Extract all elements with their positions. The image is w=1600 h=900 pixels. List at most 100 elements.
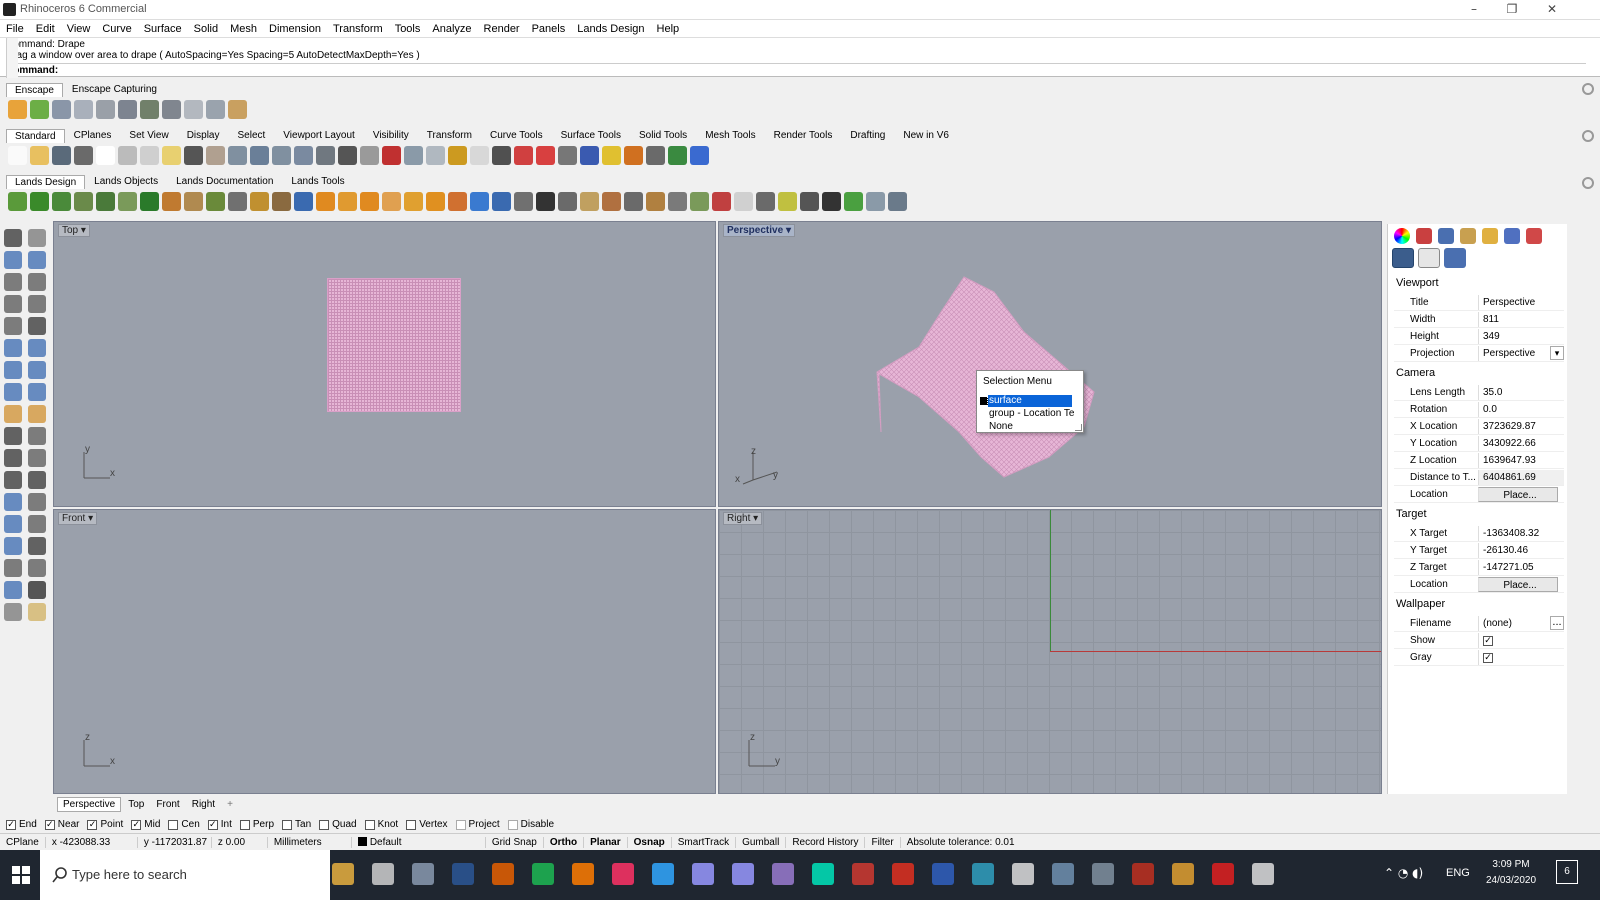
lands-tool-icon[interactable] [162, 191, 181, 211]
standard-tool-icon[interactable] [96, 145, 115, 165]
tab-front[interactable]: Front [151, 798, 184, 811]
lands-tool-icon[interactable] [514, 191, 533, 211]
camera-icon[interactable] [1392, 248, 1414, 268]
enscape-start-icon[interactable] [8, 99, 27, 119]
lands-tool-icon[interactable] [580, 191, 599, 211]
left-tool-icon[interactable] [28, 537, 46, 555]
osnap-checkbox[interactable] [507, 819, 518, 830]
osnap-checkbox[interactable]: ✓ [131, 819, 142, 830]
menu-transform[interactable]: Transform [333, 23, 383, 35]
left-tool-icon[interactable] [28, 493, 46, 511]
windows-start-icon[interactable] [12, 866, 30, 884]
audition-icon[interactable] [812, 863, 834, 885]
left-tool-icon[interactable] [28, 581, 46, 599]
place-camera-button[interactable]: Place... [1478, 486, 1558, 502]
character-animator-icon[interactable] [772, 863, 794, 885]
left-tool-icon[interactable] [28, 515, 46, 533]
acrobat-icon[interactable] [892, 863, 914, 885]
standard-tool-icon[interactable] [426, 145, 445, 165]
lands-tool-icon[interactable] [74, 191, 93, 211]
menu-solid[interactable]: Solid [194, 23, 218, 35]
lands-tool-icon[interactable] [866, 191, 885, 211]
tab-enscape-capturing[interactable]: Enscape Capturing [63, 82, 166, 97]
lands-tool-icon[interactable] [382, 191, 401, 211]
left-tool-icon[interactable] [4, 515, 22, 533]
enscape-screenshot-icon[interactable] [96, 99, 115, 119]
menu-render[interactable]: Render [484, 23, 520, 35]
lands-tool-icon[interactable] [250, 191, 269, 211]
app-icon[interactable] [1132, 863, 1154, 885]
standard-tool-icon[interactable] [690, 145, 709, 165]
filter-toggle[interactable]: Filter [865, 836, 901, 848]
minimize-button[interactable]: – [1454, 0, 1494, 20]
osnap-disable[interactable]: Disable [507, 819, 554, 830]
tab-top[interactable]: Top [123, 798, 149, 811]
file-explorer-icon[interactable] [332, 863, 354, 885]
lands-tool-icon[interactable] [272, 191, 291, 211]
osnap-near[interactable]: ✓ Near [44, 819, 79, 830]
gumball-toggle[interactable]: Gumball [736, 836, 787, 848]
osnap-checkbox[interactable] [406, 819, 417, 830]
premiere-icon[interactable] [692, 863, 714, 885]
osnap-project[interactable]: Project [455, 819, 500, 830]
osnap-knot[interactable]: Knot [364, 819, 398, 830]
standard-tool-icon[interactable] [250, 145, 269, 165]
left-tool-icon[interactable] [28, 361, 46, 379]
standard-tool-icon[interactable] [338, 145, 357, 165]
projection-select[interactable]: Perspective [1478, 345, 1550, 361]
tab-select[interactable]: Select [229, 128, 275, 143]
tab-drafting[interactable]: Drafting [841, 128, 894, 143]
selection-menu-item[interactable]: group - Location Te [989, 408, 1083, 420]
lands-tool-icon[interactable] [184, 191, 203, 211]
osnap-mid[interactable]: ✓ Mid [131, 819, 160, 830]
enscape-about-icon[interactable] [228, 99, 247, 119]
left-tool-icon[interactable] [28, 427, 46, 445]
menu-tools[interactable]: Tools [395, 23, 421, 35]
units-label[interactable]: Millimeters [268, 836, 352, 848]
tab-new-in-v6[interactable]: New in V6 [894, 128, 958, 143]
dropdown-arrow-icon[interactable]: ▾ [88, 513, 93, 524]
enscape-render-icon[interactable] [52, 99, 71, 119]
osnap-cen[interactable]: Cen [168, 819, 200, 830]
standard-tool-icon[interactable] [646, 145, 665, 165]
left-tool-icon[interactable] [28, 383, 46, 401]
osnap-checkbox[interactable] [364, 819, 375, 830]
left-tool-icon[interactable] [28, 229, 46, 247]
osnap-end[interactable]: ✓ End [6, 819, 37, 830]
prop-value[interactable]: 0.0 [1478, 401, 1564, 417]
lands-tool-icon[interactable] [30, 191, 49, 211]
gear-icon[interactable] [1582, 83, 1594, 95]
command-area[interactable]: Command: Drape Drag a window over area t… [0, 37, 1600, 78]
left-tool-icon[interactable] [4, 317, 22, 335]
menu-panels[interactable]: Panels [532, 23, 566, 35]
left-tool-icon[interactable] [28, 339, 46, 357]
command-prompt[interactable]: Command: [6, 63, 1586, 76]
viewport-label-front[interactable]: Front ▾ [58, 512, 98, 525]
display-icon[interactable] [1504, 228, 1520, 244]
materials-icon[interactable] [1416, 228, 1432, 244]
menu-view[interactable]: View [67, 23, 91, 35]
left-tool-icon[interactable] [4, 273, 22, 291]
smarttrack-toggle[interactable]: SmartTrack [672, 836, 737, 848]
menu-curve[interactable]: Curve [102, 23, 131, 35]
left-tool-icon[interactable] [28, 295, 46, 313]
clock-date[interactable]: 24/03/2020 [1480, 875, 1542, 886]
enscape-assets-icon[interactable] [140, 99, 159, 119]
ortho-toggle[interactable]: Ortho [544, 836, 585, 848]
standard-tool-icon[interactable] [184, 145, 203, 165]
cplane-label[interactable]: CPlane [0, 836, 46, 848]
standard-tool-icon[interactable] [624, 145, 643, 165]
left-tool-icon[interactable] [4, 295, 22, 313]
standard-tool-icon[interactable] [316, 145, 335, 165]
osnap-checkbox[interactable] [455, 819, 466, 830]
tab-standard[interactable]: Standard [6, 129, 65, 143]
standard-tool-icon[interactable] [118, 145, 137, 165]
standard-tool-icon[interactable] [470, 145, 489, 165]
left-tool-icon[interactable] [4, 383, 22, 401]
osnap-checkbox[interactable] [282, 819, 293, 830]
prop-value[interactable]: -1363408.32 [1478, 525, 1564, 541]
selection-menu-item[interactable]: None [989, 421, 1013, 432]
place-target-button[interactable]: Place... [1478, 576, 1558, 592]
tab-lands-tools[interactable]: Lands Tools [282, 174, 353, 189]
left-tool-icon[interactable] [28, 471, 46, 489]
